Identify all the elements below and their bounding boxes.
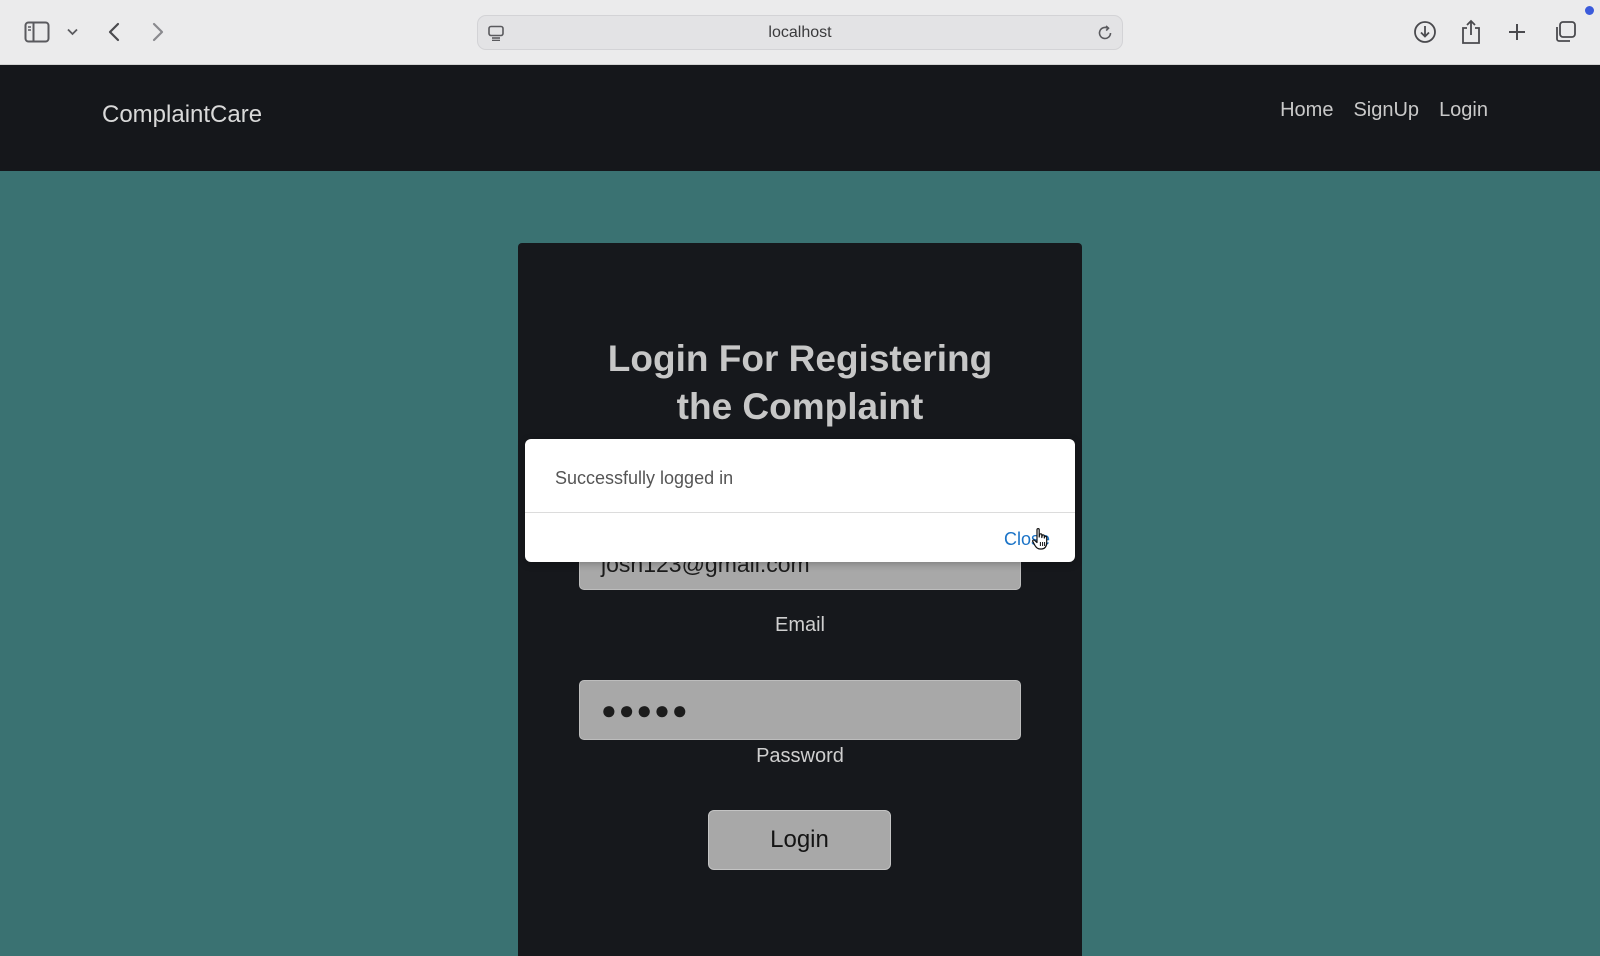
login-title-line2: the Complaint — [676, 386, 924, 427]
nav-login-link[interactable]: Login — [1439, 99, 1488, 122]
share-icon[interactable] — [1459, 18, 1483, 46]
url-text: localhost — [768, 24, 832, 41]
dialog-message: Successfully logged in — [555, 468, 734, 488]
dialog-divider — [525, 512, 1075, 513]
nav-links: Home SignUp Login — [1280, 99, 1488, 122]
back-icon[interactable] — [104, 20, 124, 44]
success-dialog: Successfully logged in Close — [525, 439, 1075, 562]
email-label: Email — [774, 614, 825, 636]
password-label: Password — [756, 745, 844, 767]
reload-icon[interactable] — [1096, 24, 1114, 42]
nav-home-link[interactable]: Home — [1280, 99, 1333, 122]
login-title: Login For Registering the Complaint — [518, 335, 1082, 431]
browser-toolbar: localhost — [0, 0, 1600, 65]
chevron-down-icon[interactable] — [66, 26, 78, 38]
password-field[interactable]: ●●●●● — [579, 680, 1021, 740]
nav-signup-link[interactable]: SignUp — [1353, 99, 1419, 122]
download-icon[interactable] — [1412, 19, 1438, 45]
login-card: Login For Registering the Complaint josh… — [518, 243, 1082, 956]
sidebar-icon[interactable] — [24, 20, 50, 44]
hand-cursor-icon — [1031, 527, 1051, 551]
plus-icon[interactable] — [1506, 21, 1528, 43]
brand-logo[interactable]: ComplaintCare — [102, 101, 262, 129]
forward-icon[interactable] — [148, 20, 168, 44]
address-bar[interactable]: localhost — [477, 15, 1123, 50]
notification-dot — [1585, 6, 1594, 15]
tabs-icon[interactable] — [1552, 19, 1578, 45]
login-title-line1: Login For Registering — [607, 338, 993, 379]
site-navbar: ComplaintCare Home SignUp Login — [0, 65, 1600, 171]
login-button[interactable]: Login — [708, 810, 891, 870]
